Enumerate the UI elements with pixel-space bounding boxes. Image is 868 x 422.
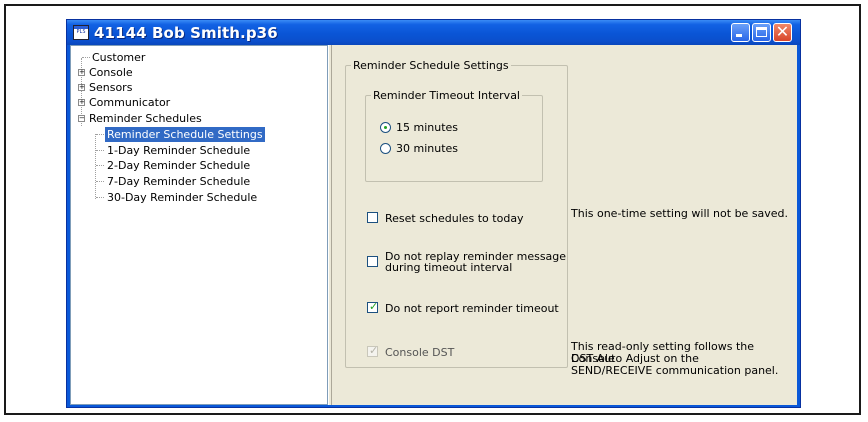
reminder-schedule-settings-group: Reminder Schedule Settings Reminder Time… bbox=[345, 59, 568, 368]
minimize-icon bbox=[736, 34, 742, 37]
no-replay-checkbox[interactable]: Do not replay reminder message during ti… bbox=[367, 250, 567, 276]
tree-connector bbox=[96, 134, 104, 135]
app-window: PLS 41144 Bob Smith.p36 ✕ Customer + Con… bbox=[66, 19, 801, 408]
tree-item-label: 30-Day Reminder Schedule bbox=[107, 191, 258, 204]
expand-icon[interactable]: + bbox=[78, 69, 85, 76]
tree-connector bbox=[96, 197, 104, 198]
checkmark-icon: ✓ bbox=[369, 300, 379, 313]
tree-item-label: 2-Day Reminder Schedule bbox=[107, 159, 251, 172]
tree-connector bbox=[82, 57, 90, 58]
tree-connector bbox=[95, 134, 96, 199]
checkmark-icon: ✓ bbox=[369, 344, 379, 357]
client-area: Customer + Console + Sensors + Communica… bbox=[70, 45, 797, 405]
radio-label: 30 minutes bbox=[396, 142, 459, 155]
radio-30-minutes[interactable]: 30 minutes bbox=[380, 142, 500, 155]
tree-connector bbox=[96, 165, 104, 166]
radio-15-minutes[interactable]: 15 minutes bbox=[380, 121, 500, 134]
tree-item-label: 1-Day Reminder Schedule bbox=[107, 144, 251, 157]
expand-icon[interactable]: + bbox=[78, 99, 85, 106]
maximize-button[interactable] bbox=[752, 23, 771, 42]
checkbox[interactable] bbox=[367, 256, 378, 267]
tree-item-label: 7-Day Reminder Schedule bbox=[107, 175, 251, 188]
timeout-interval-group: Reminder Timeout Interval 15 minutes 30 … bbox=[365, 89, 543, 182]
maximize-icon bbox=[756, 27, 767, 37]
reset-schedules-note: This one-time setting will not be saved. bbox=[571, 207, 789, 220]
collapse-icon[interactable]: − bbox=[78, 115, 85, 122]
window-title: 41144 Bob Smith.p36 bbox=[94, 24, 278, 42]
expand-icon[interactable]: + bbox=[78, 84, 85, 91]
tree-item-label: Customer bbox=[92, 51, 146, 64]
group-title: Reminder Timeout Interval bbox=[371, 89, 522, 102]
tree-item-label: Sensors bbox=[89, 81, 133, 94]
radio-button[interactable] bbox=[380, 122, 391, 133]
tree-connector bbox=[96, 150, 104, 151]
group-title: Reminder Schedule Settings bbox=[351, 59, 511, 72]
tree-item-label: Reminder Schedule Settings bbox=[105, 127, 265, 142]
checkbox: ✓ bbox=[367, 344, 379, 357]
tree-connector bbox=[96, 181, 104, 182]
reset-schedules-checkbox[interactable]: Reset schedules to today bbox=[367, 212, 557, 225]
close-button[interactable]: ✕ bbox=[773, 22, 792, 42]
console-dst-note-line3: SEND/RECEIVE communication panel. bbox=[571, 364, 779, 377]
tree-item-label: Console bbox=[89, 66, 133, 79]
minimize-button[interactable] bbox=[731, 23, 750, 42]
app-icon[interactable]: PLS bbox=[73, 25, 89, 40]
settings-panel: Reminder Schedule Settings Reminder Time… bbox=[332, 45, 797, 405]
console-dst-checkbox: ✓ Console DST bbox=[367, 344, 557, 359]
tree-item-label: Reminder Schedules bbox=[89, 112, 202, 125]
radio-selected-dot bbox=[384, 126, 387, 129]
checkbox-label: Do not report reminder timeout bbox=[385, 302, 559, 315]
no-report-checkbox[interactable]: ✓ Do not report reminder timeout bbox=[367, 300, 559, 315]
close-icon: ✕ bbox=[775, 22, 790, 41]
tree-item-label: Communicator bbox=[89, 96, 171, 109]
checkbox-label-line2: during timeout interval bbox=[385, 261, 513, 274]
checkbox[interactable]: ✓ bbox=[367, 300, 379, 313]
checkbox-label: Reset schedules to today bbox=[385, 212, 524, 225]
checkbox-label: Console DST bbox=[385, 346, 455, 359]
radio-button[interactable] bbox=[380, 143, 391, 154]
navigation-tree[interactable]: Customer + Console + Sensors + Communica… bbox=[70, 45, 328, 405]
radio-label: 15 minutes bbox=[396, 121, 459, 134]
title-bar[interactable]: PLS 41144 Bob Smith.p36 ✕ bbox=[67, 20, 800, 45]
checkbox[interactable] bbox=[367, 212, 378, 223]
